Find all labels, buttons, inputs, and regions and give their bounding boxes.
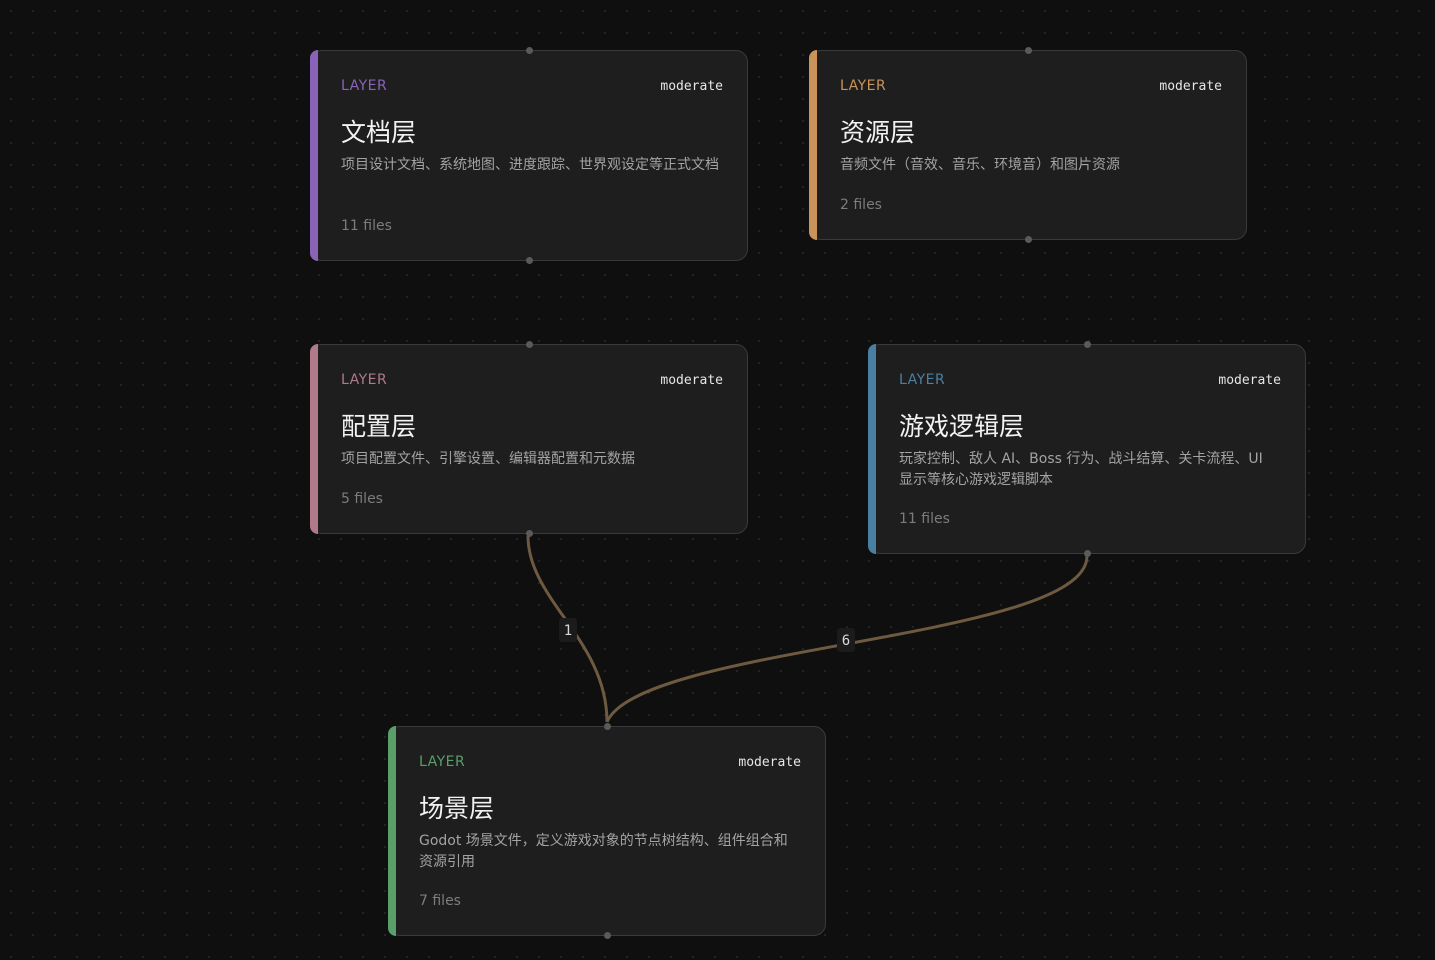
edge-label-config-scene: 1 [564,623,572,639]
node-type-tag: LAYER [341,78,388,94]
connection-handle-bottom[interactable] [1024,236,1032,243]
edge-logic-to-scene[interactable] [605,555,1089,723]
node-description: 音频文件（音效、音乐、环境音）和图片资源 [840,157,1120,173]
node-game-logic-layer[interactable]: LAYER moderate 游戏逻辑层 玩家控制、敌人 AI、Boss 行为、… [868,341,1306,557]
node-type-tag: LAYER [341,372,388,388]
complexity-badge: moderate [660,373,723,388]
connection-handle-top[interactable] [1024,47,1032,54]
file-count: 11 files [341,218,392,234]
diagram-canvas[interactable]: 1 6 LAYER moderate 文档层 项目设计文档、系统地图、进度跟踪、… [0,0,1435,960]
node-description: Godot 场景文件，定义游戏对象的节点树结构、组件组合和资源引用 [419,833,788,870]
node-description: 项目设计文档、系统地图、进度跟踪、世界观设定等正式文档 [341,157,719,173]
node-title: 文档层 [341,118,417,147]
node-config-layer[interactable]: LAYER moderate 配置层 项目配置文件、引擎设置、编辑器配置和元数据… [310,341,748,537]
node-accent-bar [310,50,318,261]
node-accent-bar [809,50,817,240]
node-type-tag: LAYER [899,372,946,388]
node-accent-bar [868,344,876,554]
file-count: 7 files [419,893,461,909]
connection-handle-top[interactable] [525,47,533,54]
node-scene-layer[interactable]: LAYER moderate 场景层 Godot 场景文件，定义游戏对象的节点树… [388,723,826,939]
complexity-badge: moderate [1218,373,1281,388]
node-description: 项目配置文件、引擎设置、编辑器配置和元数据 [341,451,635,467]
connection-handle-bottom[interactable] [525,257,533,264]
node-type-tag: LAYER [419,754,466,770]
node-title: 资源层 [840,118,916,147]
file-count: 11 files [899,511,950,527]
connection-handle-top[interactable] [1083,341,1091,348]
node-docs-layer[interactable]: LAYER moderate 文档层 项目设计文档、系统地图、进度跟踪、世界观设… [310,47,748,264]
edge-label-bg-1 [559,618,577,642]
connection-handle-bottom[interactable] [603,932,611,939]
file-count: 2 files [840,197,882,213]
node-title: 场景层 [419,794,495,823]
connection-handle-bottom[interactable] [525,530,533,537]
edge-config-to-scene[interactable] [526,535,609,723]
node-resource-layer[interactable]: LAYER moderate 资源层 音频文件（音效、音乐、环境音）和图片资源 … [809,47,1247,243]
connection-handle-top[interactable] [603,723,611,730]
connection-handle-top[interactable] [525,341,533,348]
edge-label-logic-scene: 6 [842,633,850,649]
complexity-badge: moderate [738,755,801,770]
node-title: 游戏逻辑层 [899,412,1025,441]
node-accent-bar [388,726,396,936]
complexity-badge: moderate [660,79,723,94]
node-accent-bar [310,344,318,534]
node-title: 配置层 [341,412,417,441]
connection-handle-bottom[interactable] [1083,550,1091,557]
node-type-tag: LAYER [840,78,887,94]
complexity-badge: moderate [1159,79,1222,94]
node-description: 玩家控制、敌人 AI、Boss 行为、战斗结算、关卡流程、UI 显示等核心游戏逻… [899,451,1263,488]
edge-label-bg-2 [837,628,855,652]
file-count: 5 files [341,491,383,507]
